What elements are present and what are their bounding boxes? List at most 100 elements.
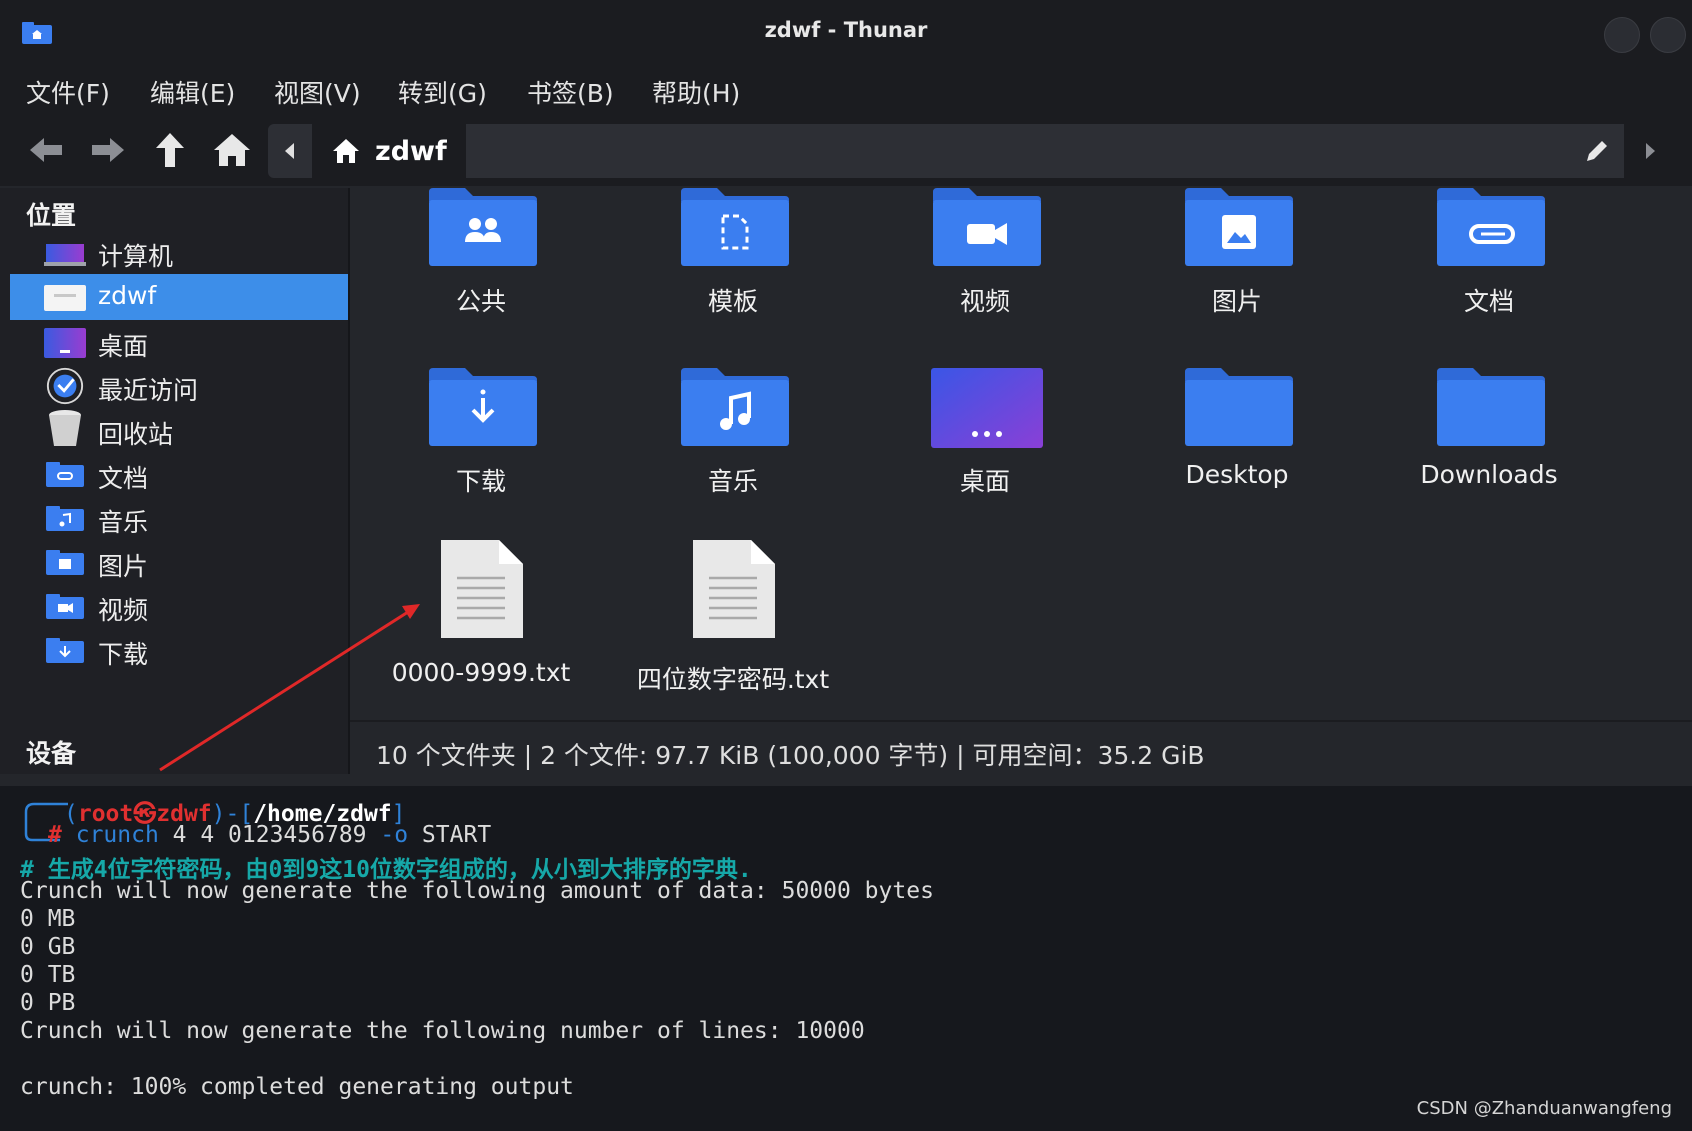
text-file-icon — [693, 540, 775, 638]
terminal-output-line: 0 MB — [20, 906, 76, 932]
file-label: Downloads — [1420, 460, 1558, 489]
file-four-digit-passwords[interactable]: 四位数字密码.txt — [613, 538, 853, 698]
breadcrumb-label: zdwf — [375, 136, 447, 167]
sidebar-item-downloads[interactable]: 下载 — [10, 628, 348, 674]
folder-videos[interactable]: 视频 — [865, 188, 1105, 348]
file-0000-9999[interactable]: 0000-9999.txt — [361, 538, 601, 698]
terminal-output-line: Crunch will now generate the following a… — [20, 878, 934, 904]
window-title: zdwf - Thunar — [764, 18, 928, 42]
command-name: crunch — [75, 822, 159, 848]
path-scroll-left-button[interactable] — [268, 124, 312, 178]
pictures-folder-icon — [1185, 188, 1293, 266]
folder-downloads-cn[interactable]: 下载 — [361, 368, 601, 528]
file-label: 图片 — [1211, 287, 1262, 316]
sidebar-item-label: 回收站 — [98, 420, 174, 449]
templates-folder-icon — [681, 188, 789, 266]
home-folder-icon — [44, 285, 86, 311]
file-view: 公共 模板 视频 图片 文档 下载 音乐 桌面 Desktop Download… — [350, 188, 1692, 718]
command-flag: -o — [380, 822, 409, 848]
sidebar-item-label: 音乐 — [98, 508, 149, 537]
sidebar-item-computer[interactable]: 计算机 — [10, 230, 348, 276]
folder-public[interactable]: 公共 — [361, 188, 601, 348]
music-folder-icon — [46, 506, 84, 531]
file-label: 视频 — [959, 287, 1010, 316]
downloads-folder-icon — [429, 368, 537, 446]
sidebar-item-label: zdwf — [98, 281, 157, 310]
terminal-output-line: crunch: 100% completed generating output — [20, 1074, 574, 1100]
file-label: 模板 — [707, 287, 758, 316]
terminal-output-line: 0 GB — [20, 934, 76, 960]
chevron-left-icon — [285, 143, 294, 159]
desktop-icon — [931, 368, 1043, 448]
watermark: CSDN @Zhanduanwangfeng — [1416, 1098, 1672, 1119]
sidebar-item-music[interactable]: 音乐 — [10, 496, 348, 542]
sidebar-item-pictures[interactable]: 图片 — [10, 540, 348, 586]
sidebar-item-label: 图片 — [98, 552, 149, 581]
toolbar: zdwf — [0, 114, 1692, 186]
sidebar-places-header: 位置 — [26, 201, 77, 230]
folder-templates[interactable]: 模板 — [613, 188, 853, 348]
terminal[interactable]: (root㉿zdwf)-[/home/zdwf] # crunch 4 4 01… — [0, 786, 1692, 1131]
sidebar-item-videos[interactable]: 视频 — [10, 584, 348, 630]
folder-documents[interactable]: 文档 — [1369, 188, 1609, 348]
file-label: 下载 — [455, 467, 506, 496]
terminal-output-line: 0 PB — [20, 990, 76, 1016]
downloads-folder-icon — [46, 638, 84, 663]
folder-desktop-cn[interactable]: 桌面 — [865, 368, 1105, 528]
folder-music[interactable]: 音乐 — [613, 368, 853, 528]
menu-file[interactable]: 文件(F) — [26, 74, 110, 110]
home-icon[interactable] — [212, 130, 252, 170]
menu-view[interactable]: 视图(V) — [274, 74, 361, 110]
sidebar-item-recent[interactable]: 最近访问 — [10, 364, 348, 410]
sidebar-item-documents[interactable]: 文档 — [10, 452, 348, 498]
up-arrow-icon[interactable] — [150, 130, 190, 170]
file-label: 桌面 — [959, 467, 1010, 496]
public-folder-icon — [429, 188, 537, 266]
sidebar-item-label: 下载 — [98, 640, 149, 669]
close-button[interactable] — [1650, 17, 1686, 53]
documents-folder-icon — [1437, 188, 1545, 266]
computer-icon — [44, 244, 86, 266]
menu-edit[interactable]: 编辑(E) — [150, 74, 235, 110]
location-bar[interactable] — [466, 124, 1624, 178]
menu-go[interactable]: 转到(G) — [398, 74, 487, 110]
sidebar-item-zdwf[interactable]: zdwf — [10, 274, 348, 320]
file-label: 四位数字密码.txt — [636, 665, 830, 694]
pictures-folder-icon — [46, 550, 84, 575]
status-bar: 10 个文件夹 | 2 个文件: 97.7 KiB (100,000 字节) |… — [350, 720, 1692, 788]
menu-help[interactable]: 帮助(H) — [652, 74, 740, 110]
videos-folder-icon — [46, 594, 84, 619]
file-label: 公共 — [455, 287, 506, 316]
breadcrumb-home[interactable]: zdwf — [312, 124, 464, 178]
menu-bookmarks[interactable]: 书签(B) — [527, 74, 614, 110]
documents-folder-icon — [46, 462, 84, 487]
folder-pictures[interactable]: 图片 — [1117, 188, 1357, 348]
edit-pencil-icon[interactable] — [1584, 138, 1610, 164]
text-file-icon — [441, 540, 523, 638]
command-line: # crunch 4 4 0123456789 -o START — [48, 822, 492, 848]
back-arrow-icon[interactable] — [26, 130, 66, 170]
home-icon — [333, 139, 359, 163]
sidebar-item-label: 文档 — [98, 464, 149, 493]
status-text: 10 个文件夹 | 2 个文件: 97.7 KiB (100,000 字节) |… — [376, 741, 1205, 770]
chevron-right-icon — [1646, 143, 1655, 159]
forward-arrow-icon[interactable] — [88, 130, 128, 170]
folder-icon — [1185, 368, 1293, 446]
menu-bar: 文件(F) 编辑(E) 视图(V) 转到(G) 书签(B) 帮助(H) — [0, 68, 1692, 114]
title-bar: zdwf - Thunar — [0, 0, 1692, 68]
sidebar-item-label: 视频 — [98, 596, 149, 625]
sidebar-item-desktop[interactable]: 桌面 — [10, 320, 348, 366]
folder-downloads[interactable]: Downloads — [1369, 368, 1609, 528]
sidebar-item-trash[interactable]: 回收站 — [10, 408, 348, 454]
recent-icon — [46, 367, 84, 405]
folder-desktop[interactable]: Desktop — [1117, 368, 1357, 528]
terminal-output-line: 0 TB — [20, 962, 76, 988]
path-scroll-right-button[interactable] — [1624, 124, 1674, 178]
terminal-output-line: Crunch will now generate the following n… — [20, 1018, 865, 1044]
command-target: START — [408, 822, 492, 848]
file-label: 音乐 — [707, 467, 758, 496]
folder-icon — [1437, 368, 1545, 446]
minimize-button[interactable] — [1604, 17, 1640, 53]
trash-icon — [49, 410, 81, 446]
sidebar: 位置 计算机 zdwf 桌面 最近访问 回收站 文档 音乐 图片 视频 下载 设… — [0, 188, 348, 774]
